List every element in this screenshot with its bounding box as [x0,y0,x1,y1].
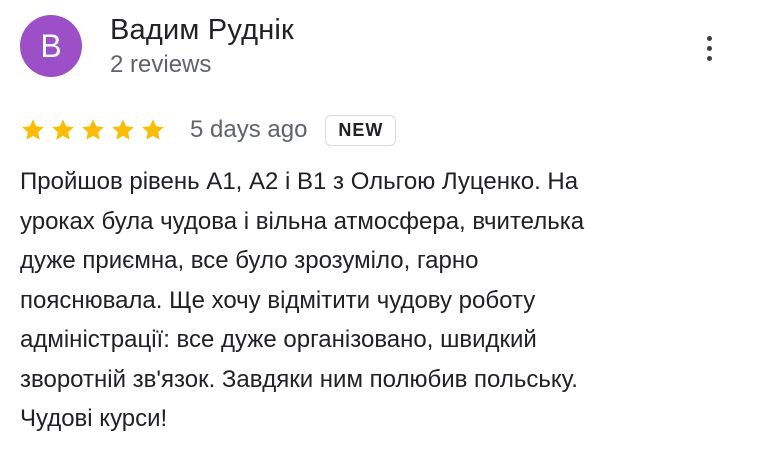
author-block: Вадим Руднік 2 reviews [110,12,294,80]
author-review-count[interactable]: 2 reviews [110,50,294,80]
review-text-line: уроках була чудова і вільна атмосфера, в… [20,207,585,235]
review-text-line: Пройшов рівень А1, А2 і В1 з Ольгою Луце… [20,168,579,195]
author-name[interactable]: Вадим Руднік [110,12,294,48]
review-text-line: Чудові курси! [20,405,168,432]
review-text-line: дуже приємна, все було зрозуміло, гарно [20,247,479,274]
star-icon [22,119,44,140]
avatar[interactable]: В [20,15,82,77]
review-card: В Вадим Руднік 2 reviews 5 days ago NEW … [0,0,772,456]
more-vert-icon [706,35,712,41]
review-text-line: адміністрації: все дуже організовано, шв… [20,326,537,353]
star-icon [82,119,104,140]
review-header: В Вадим Руднік 2 reviews [20,14,294,80]
rating-row: 5 days ago NEW [20,110,397,150]
review-text-line: пояснювала. Ще хочу відмітити чудову роб… [20,286,536,314]
more-vert-icon-dot [706,55,712,61]
more-vert-icon-dot [706,45,712,51]
star-icon [142,119,164,140]
review-text: Пройшов рівень А1, А2 і В1 з Ольгою Луце… [20,162,740,439]
star-rating [20,117,166,143]
new-badge: NEW [325,114,397,146]
review-text-line: зворотній зв'язок. Завдяки ним полюбив п… [20,365,578,393]
star-icon [52,119,74,140]
star-icon [112,119,134,140]
more-options-button[interactable] [694,30,724,66]
review-timestamp: 5 days ago [190,116,308,143]
avatar-initial: В [40,27,62,64]
